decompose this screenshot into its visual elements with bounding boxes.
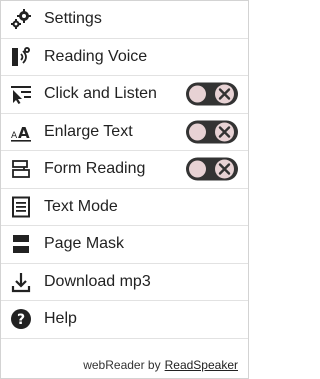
cursor-text-icon: [10, 83, 32, 105]
close-icon: [215, 159, 234, 179]
menu-item-label: Enlarge Text: [44, 122, 133, 140]
close-icon: [215, 84, 234, 104]
menu-item-click-and-listen[interactable]: Click and Listen: [1, 76, 248, 114]
page-mask-icon: [10, 233, 32, 255]
menu-item-enlarge-text[interactable]: A A Enlarge Text: [1, 114, 248, 151]
readspeaker-link[interactable]: ReadSpeaker: [165, 358, 238, 372]
menu-item-label: Reading Voice: [44, 47, 148, 65]
svg-text:?: ?: [17, 312, 25, 328]
enlarge-text-toggle[interactable]: [186, 120, 238, 144]
menu-item-settings[interactable]: Settings: [1, 1, 248, 39]
gear-icon: [10, 8, 32, 30]
toggle-knob: [189, 85, 206, 103]
svg-text:A: A: [18, 124, 30, 142]
menu-item-reading-voice[interactable]: Reading Voice: [1, 39, 248, 76]
menu-item-page-mask[interactable]: Page Mask: [1, 226, 248, 264]
menu-item-form-reading[interactable]: Form Reading: [1, 151, 248, 189]
help-icon: ?: [10, 308, 32, 330]
toggle-knob: [189, 123, 206, 141]
form-reading-toggle[interactable]: [186, 157, 238, 181]
close-icon: [215, 122, 234, 142]
menu-item-label: Text Mode: [44, 197, 118, 215]
menu-item-label: Settings: [44, 10, 102, 28]
menu-item-text-mode[interactable]: Text Mode: [1, 189, 248, 226]
menu-item-label: Page Mask: [44, 235, 125, 253]
download-icon: [10, 271, 32, 293]
menu-item-label: Form Reading: [44, 160, 146, 178]
menu-item-download-mp3[interactable]: Download mp3: [1, 264, 248, 301]
svg-text:A: A: [11, 131, 18, 141]
menu-item-label: Help: [44, 310, 77, 328]
voice-icon: [10, 46, 32, 68]
menu-item-label: Download mp3: [44, 272, 151, 290]
menu-item-label: Click and Listen: [44, 85, 157, 103]
webreader-menu-panel: Settings Reading Voice Click and Listen …: [0, 0, 249, 379]
text-mode-icon: [10, 196, 32, 218]
menu-item-help[interactable]: ? Help: [1, 301, 248, 339]
click-and-listen-toggle[interactable]: [186, 82, 238, 106]
webreader-footer: webReader by ReadSpeaker: [1, 352, 248, 378]
enlarge-text-icon: A A: [10, 121, 32, 143]
webreader-menu: Settings Reading Voice Click and Listen …: [1, 1, 248, 339]
form-icon: [10, 158, 32, 180]
toggle-knob: [189, 160, 206, 178]
footer-prefix: webReader by: [83, 358, 161, 372]
